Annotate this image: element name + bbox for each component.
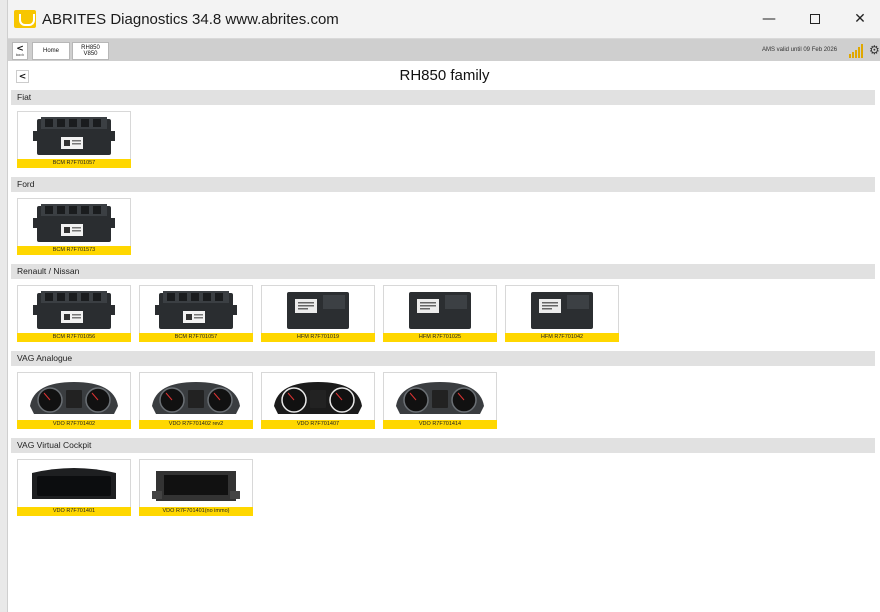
module-card[interactable]: BCM R7F701057 [139, 285, 253, 342]
hfm-module-image [506, 286, 618, 333]
section-vag-virtual-cockpit: VAG Virtual Cockpit VDO R7F701401 VDO R7F7… [11, 438, 875, 525]
module-card[interactable]: HFM R7F701019 [261, 285, 375, 342]
module-card[interactable]: VDO R7F701414 [383, 372, 497, 429]
section-header: Ford [11, 177, 875, 192]
close-button[interactable]: ✕ [837, 0, 880, 38]
module-card[interactable]: VDO R7F701402 [17, 372, 131, 429]
hfm-module-image [262, 286, 374, 333]
module-list: VDO R7F701402 VDO R7F701402 rev2 VDO R7F70… [11, 366, 875, 438]
tab-rh850[interactable]: RH850 V850 [72, 42, 109, 60]
module-card[interactable]: BCM R7F701573 [17, 198, 131, 255]
section-renault-nissan: Renault / Nissan BCM R7F701056 BCM R7F7010… [11, 264, 875, 351]
hfm-module-image [384, 286, 496, 333]
abrites-logo-icon [14, 10, 36, 28]
app-window: ABRITES Diagnostics 34.8 www.abrites.com… [7, 0, 880, 612]
nav-back-label: back [15, 53, 25, 57]
module-label: BCM R7F701057 [17, 159, 131, 168]
module-label: VDO R7F701401(no immo) [139, 507, 253, 516]
module-label: BCM R7F701573 [17, 246, 131, 255]
module-card[interactable]: VDO R7F701407 [261, 372, 375, 429]
instrument-cluster-image [140, 373, 252, 420]
window-title: ABRITES Diagnostics 34.8 www.abrites.com [42, 10, 339, 28]
module-card[interactable]: HFM R7F701042 [505, 285, 619, 342]
module-label: VDO R7F701401 [17, 507, 131, 516]
bcm-module-image [18, 286, 130, 333]
module-label: HFM R7F701025 [383, 333, 497, 342]
module-label: VDO R7F701402 [17, 420, 131, 429]
navigation-bar: < back Home RH850 V850 AMS valid until 0… [8, 38, 880, 61]
title-bar: ABRITES Diagnostics 34.8 www.abrites.com… [8, 0, 880, 38]
instrument-cluster-image [384, 373, 496, 420]
section-ford: Ford BCM R7F701573 [11, 177, 875, 264]
module-label: HFM R7F701019 [261, 333, 375, 342]
module-label: VDO R7F701407 [261, 420, 375, 429]
module-label: BCM R7F701057 [139, 333, 253, 342]
module-label: HFM R7F701042 [505, 333, 619, 342]
virtual-cockpit-bare-image [140, 460, 252, 507]
section-header: Fiat [11, 90, 875, 105]
bcm-module-image [18, 199, 130, 246]
tab-home[interactable]: Home [32, 42, 70, 60]
signal-strength-icon [849, 44, 863, 58]
module-card[interactable]: VDO R7F701401(no immo) [139, 459, 253, 516]
module-list: BCM R7F701056 BCM R7F701057 HFM R7F701019 H… [11, 279, 875, 351]
section-header: VAG Analogue [11, 351, 875, 366]
module-list: BCM R7F701573 [11, 192, 875, 264]
module-label: VDO R7F701414 [383, 420, 497, 429]
maximize-icon [810, 14, 820, 24]
module-card[interactable]: BCM R7F701057 [17, 111, 131, 168]
section-fiat: Fiat BCM R7F701057 [11, 90, 875, 177]
module-label: BCM R7F701056 [17, 333, 131, 342]
tab-rh850-line2: V850 [83, 51, 98, 57]
instrument-cluster-dark-image [262, 373, 374, 420]
module-card[interactable]: BCM R7F701056 [17, 285, 131, 342]
minimize-button[interactable]: — [746, 0, 792, 38]
gear-icon[interactable]: ⚙ [869, 43, 880, 57]
instrument-cluster-image [18, 373, 130, 420]
chevron-left-icon: < [16, 44, 24, 54]
module-card[interactable]: VDO R7F701401 [17, 459, 131, 516]
module-card[interactable]: HFM R7F701025 [383, 285, 497, 342]
module-list: BCM R7F701057 [11, 105, 875, 177]
module-list: VDO R7F701401 VDO R7F701401(no immo) [11, 453, 875, 525]
module-label: VDO R7F701402 rev2 [139, 420, 253, 429]
page-title: RH850 family [399, 67, 490, 84]
maximize-button[interactable] [792, 0, 838, 38]
module-card[interactable]: VDO R7F701402 rev2 [139, 372, 253, 429]
ams-status: AMS valid until 09 Feb 2026 [762, 47, 838, 53]
section-header: Renault / Nissan [11, 264, 875, 279]
section-vag-analogue: VAG Analogue VDO R7F701402 VDO R7F701402 r… [11, 351, 875, 438]
virtual-cockpit-image [18, 460, 130, 507]
section-header: VAG Virtual Cockpit [11, 438, 875, 453]
bcm-module-image [140, 286, 252, 333]
nav-back-button[interactable]: < back [12, 42, 28, 60]
bcm-module-image [18, 112, 130, 159]
main-content: < RH850 family Fiat BCM R7F701057 Ford BCM … [8, 62, 880, 612]
